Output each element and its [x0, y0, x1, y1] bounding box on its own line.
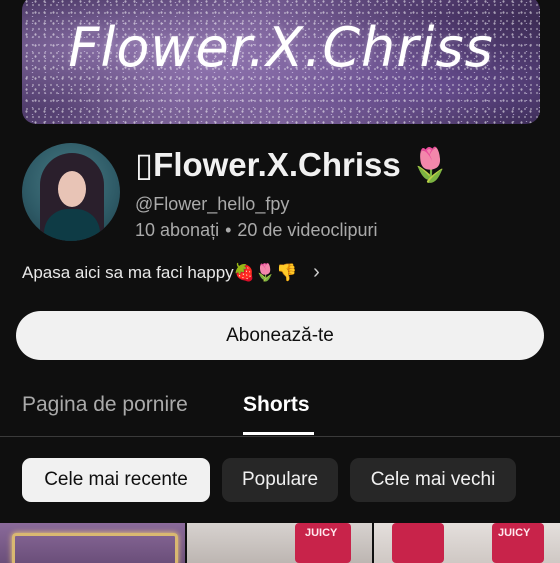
tab-home[interactable]: Pagina de pornire	[22, 393, 188, 417]
subscriber-count: 10 abonați	[135, 220, 220, 240]
thumbnail-label: JUICY	[305, 527, 338, 539]
thumbnail-label: JUICY	[498, 527, 531, 539]
channel-description[interactable]: Apasa aici sa ma faci happy🍓🌷👎 ›	[22, 261, 320, 284]
short-thumbnail-2[interactable]: JUICY	[187, 523, 372, 563]
banner-title: Flower.X.Chriss	[68, 16, 494, 79]
tabs-divider	[0, 436, 560, 437]
subscribe-button[interactable]: Abonează-te	[16, 311, 544, 360]
video-count: 20 de videoclipuri	[237, 220, 378, 240]
description-text: Apasa aici sa ma faci happy🍓🌷👎	[22, 262, 298, 282]
filter-chip-oldest[interactable]: Cele mai vechi	[350, 458, 516, 502]
avatar-body	[44, 209, 100, 241]
short-thumbnail-1[interactable]	[0, 523, 185, 563]
tab-shorts[interactable]: Shorts	[243, 393, 310, 417]
separator-dot: •	[225, 220, 232, 240]
filter-chip-popular[interactable]: Populare	[222, 458, 338, 502]
channel-avatar[interactable]	[22, 143, 120, 241]
tab-selected-indicator	[243, 432, 314, 435]
channel-stats: 10 abonați • 20 de videoclipuri	[135, 220, 377, 241]
channel-handle: @Flower_hello_fpy	[135, 194, 290, 214]
thumbnail-can-graphic	[392, 523, 444, 563]
short-thumbnail-3[interactable]: JUICY	[374, 523, 560, 563]
channel-name: ▯Flower.X.Chriss 🌷	[135, 146, 451, 183]
chevron-right-icon: ›	[313, 261, 320, 283]
avatar-face	[58, 171, 86, 207]
channel-banner: Flower.X.Chriss	[22, 0, 540, 124]
filter-chip-recent[interactable]: Cele mai recente	[22, 458, 210, 502]
